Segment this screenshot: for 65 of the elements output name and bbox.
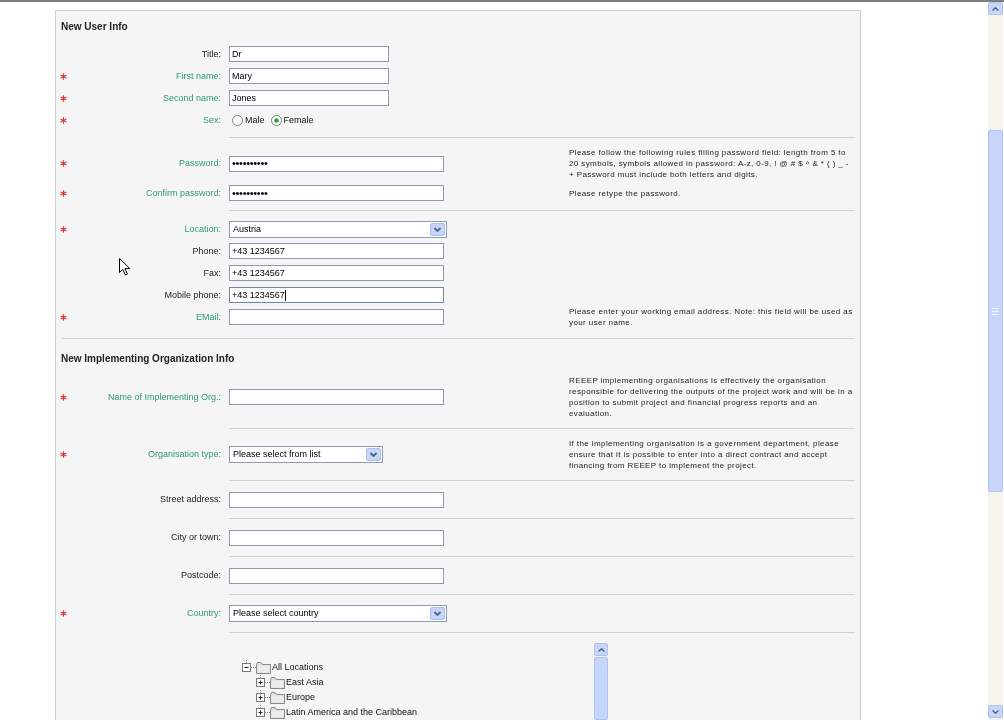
- scroll-down-button[interactable]: [988, 705, 1003, 718]
- minus-box-icon[interactable]: [242, 660, 256, 675]
- plus-box-icon[interactable]: [256, 675, 270, 690]
- text-field[interactable]: [229, 309, 444, 325]
- field-label: Postcode:: [180, 570, 221, 581]
- text-field[interactable]: +43 1234567: [229, 287, 444, 303]
- password-field[interactable]: ••••••••••: [229, 155, 444, 172]
- help-text: Please follow the following rules filling password field: length from 5 to 20 symbols, symbols allowed in password: A-z, 0-9, ! @ # $ ^ & * ( ) _ - + Password must include both letters and digits.: [569, 147, 850, 180]
- help-text: Please enter your working email address. Note: this field will be used as your user name.: [569, 306, 854, 328]
- field-label: Organisation type:: [147, 449, 221, 460]
- text-field[interactable]: Mary: [229, 68, 389, 84]
- field-label: Name of Implementing Org.:: [107, 391, 221, 403]
- tree-item[interactable]: Europe: [285, 693, 316, 702]
- tree-item[interactable]: Latin America and the Caribbean: [285, 708, 418, 717]
- chevron-down-icon: [366, 448, 381, 461]
- folder-icon: [270, 676, 285, 689]
- text-field[interactable]: +43 1234567: [229, 265, 444, 281]
- chevron-up-icon: [597, 647, 605, 652]
- field-label: First name:: [176, 70, 221, 82]
- text-field[interactable]: +43 1234567: [229, 243, 444, 259]
- text-field[interactable]: [229, 389, 444, 405]
- scroll-up-button[interactable]: [594, 643, 608, 656]
- mouse-pointer-icon: [119, 258, 131, 276]
- tree-item[interactable]: All Locations: [271, 663, 324, 672]
- chevron-down-icon: [430, 222, 445, 236]
- dropdown[interactable]: Please select from list: [229, 446, 383, 463]
- help-text: If the implementing organisation is a government department, please ensure that it is possible to enter into a direct contract and accept financing from REEEP to implement the project.: [569, 438, 841, 471]
- help-text: REEEP implementing organisations is effectively the organisation responsible for delivering the outputs of the project work and will be in a position to submit project and financial progress reports and an evaluation.: [569, 375, 854, 419]
- tree-item[interactable]: East Asia: [285, 678, 324, 687]
- field-label: Street address:: [159, 494, 221, 505]
- field-label: Location:: [184, 223, 221, 235]
- field-label: Country:: [187, 608, 221, 619]
- chevron-down-icon: [992, 709, 999, 714]
- scrollbar-thumb[interactable]: [594, 657, 608, 720]
- folder-icon: [270, 691, 285, 704]
- chevron-down-icon: [430, 607, 445, 620]
- field-label: Sex:: [203, 114, 221, 126]
- field-label: Title:: [201, 48, 221, 60]
- scroll-up-button[interactable]: [988, 2, 1003, 15]
- field-label: Phone:: [192, 245, 221, 257]
- chevron-up-icon: [992, 6, 999, 11]
- text-field[interactable]: Jones: [229, 90, 389, 106]
- dropdown[interactable]: Please select country: [229, 605, 447, 622]
- field-label: Password:: [178, 158, 221, 169]
- radio-option[interactable]: Female: [270, 114, 314, 126]
- plus-box-icon[interactable]: [256, 705, 270, 720]
- text-field[interactable]: [229, 529, 444, 546]
- password-field[interactable]: ••••••••••: [229, 185, 444, 201]
- field-label: EMail:: [196, 311, 221, 323]
- text-field[interactable]: [229, 567, 444, 584]
- section-heading: New Implementing Organization Info: [61, 353, 236, 365]
- field-label: Fax:: [203, 267, 221, 279]
- section-heading: New User Info: [61, 21, 129, 33]
- field-label: Mobile phone:: [164, 289, 221, 301]
- field-label: City or town:: [171, 532, 221, 543]
- help-text: Please retype the password.: [569, 187, 682, 199]
- scrollbar-thumb[interactable]: [988, 130, 1003, 492]
- text-field[interactable]: [229, 491, 444, 508]
- field-label: Second name:: [162, 92, 221, 104]
- text-field[interactable]: Dr: [229, 46, 389, 62]
- radio-option[interactable]: Male: [232, 114, 265, 126]
- dropdown[interactable]: Austria: [229, 220, 447, 238]
- field-label: Confirm password:: [145, 187, 221, 199]
- folder-icon: [256, 661, 271, 674]
- plus-box-icon[interactable]: [256, 690, 270, 705]
